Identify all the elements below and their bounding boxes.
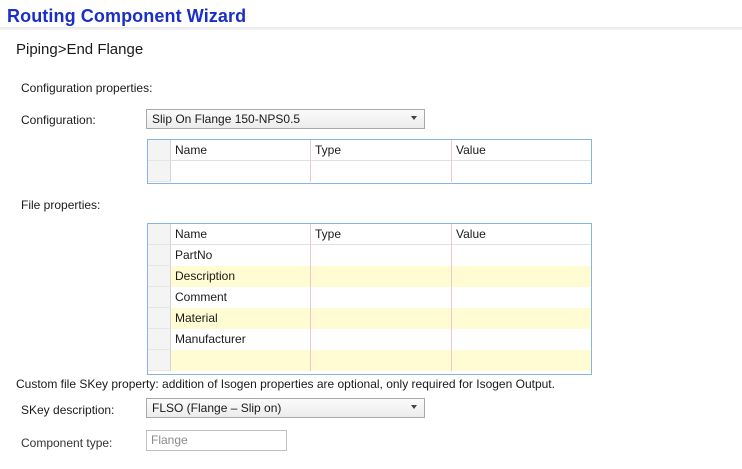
value-cell[interactable]	[452, 266, 591, 287]
column-header-type[interactable]: Type	[311, 224, 452, 245]
breadcrumb: Piping>End Flange	[16, 41, 144, 58]
component-type-label: Component type:	[21, 436, 113, 450]
skey-selected-value: FLSO (Flange – Slip on)	[152, 401, 282, 415]
skey-description-dropdown[interactable]: FLSO (Flange – Slip on)	[146, 398, 425, 418]
configuration-properties-grid[interactable]: Name Type Value	[147, 139, 592, 184]
row-header-cell	[148, 140, 171, 161]
skey-description-label: SKey description:	[21, 403, 115, 417]
table-row[interactable]	[148, 161, 591, 182]
table-row[interactable]: Description	[148, 266, 591, 287]
type-cell[interactable]	[311, 161, 452, 182]
column-header-name[interactable]: Name	[171, 140, 311, 161]
grid-header-row: Name Type Value	[148, 224, 591, 245]
row-header-cell	[148, 350, 171, 371]
skey-note: Custom file SKey property: addition of I…	[16, 377, 555, 391]
value-cell[interactable]	[452, 287, 591, 308]
type-cell[interactable]	[311, 245, 452, 266]
chevron-down-icon	[411, 405, 417, 409]
row-header-cell	[148, 266, 171, 287]
row-header-cell	[148, 161, 171, 182]
row-header-cell	[148, 287, 171, 308]
chevron-down-icon	[411, 116, 417, 120]
row-header-cell	[148, 245, 171, 266]
value-cell[interactable]	[452, 245, 591, 266]
name-cell[interactable]: Material	[171, 308, 311, 329]
table-row[interactable]: Manufacturer	[148, 329, 591, 350]
configuration-selected-value: Slip On Flange 150-NPS0.5	[152, 112, 301, 126]
table-row[interactable]	[148, 350, 591, 371]
name-cell[interactable]: Comment	[171, 287, 311, 308]
name-cell[interactable]: PartNo	[171, 245, 311, 266]
name-cell[interactable]: Manufacturer	[171, 329, 311, 350]
type-cell[interactable]	[311, 266, 452, 287]
type-cell[interactable]	[311, 308, 452, 329]
row-header-cell	[148, 329, 171, 350]
value-cell[interactable]	[452, 161, 591, 182]
value-cell[interactable]	[452, 308, 591, 329]
table-row[interactable]: Comment	[148, 287, 591, 308]
configuration-label: Configuration:	[21, 113, 96, 127]
row-header-cell	[148, 224, 171, 245]
grid-header-row: Name Type Value	[148, 140, 591, 161]
configuration-dropdown[interactable]: Slip On Flange 150-NPS0.5	[146, 109, 425, 129]
table-row[interactable]: Material	[148, 308, 591, 329]
wizard-title: Routing Component Wizard	[7, 6, 247, 26]
configuration-properties-label: Configuration properties:	[21, 81, 153, 95]
name-cell[interactable]	[171, 350, 311, 371]
type-cell[interactable]	[311, 329, 452, 350]
component-type-field[interactable]: Flange	[146, 430, 287, 451]
file-properties-grid[interactable]: Name Type Value PartNo Description Comme…	[147, 223, 592, 375]
type-cell[interactable]	[311, 287, 452, 308]
file-properties-label: File properties:	[21, 198, 101, 212]
name-cell[interactable]	[171, 161, 311, 182]
value-cell[interactable]	[452, 329, 591, 350]
column-header-type[interactable]: Type	[311, 140, 452, 161]
column-header-name[interactable]: Name	[171, 224, 311, 245]
row-header-cell	[148, 308, 171, 329]
value-cell[interactable]	[452, 350, 591, 371]
table-row[interactable]: PartNo	[148, 245, 591, 266]
type-cell[interactable]	[311, 350, 452, 371]
column-header-value[interactable]: Value	[452, 140, 591, 161]
name-cell[interactable]: Description	[171, 266, 311, 287]
column-header-value[interactable]: Value	[452, 224, 591, 245]
title-divider	[0, 27, 742, 30]
